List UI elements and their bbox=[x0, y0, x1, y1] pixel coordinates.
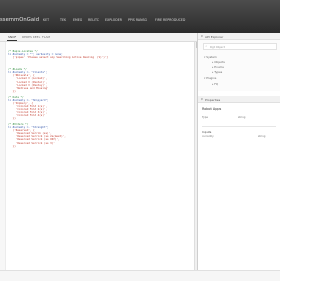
nav-item-ket[interactable]: KET bbox=[43, 18, 49, 22]
editor-tab-bar: SNOF RERES KEEL FLAM bbox=[0, 33, 197, 42]
tree-item[interactable]: ▸ Objects bbox=[212, 60, 225, 64]
nav-item-fire-reproduced[interactable]: FIRE REPRODUCED bbox=[155, 18, 185, 22]
nav-item-exploder[interactable]: EXPLODER bbox=[105, 18, 122, 22]
code-editor[interactable]: /* Bapis-Locates */li #schemly = ""; ver… bbox=[0, 42, 194, 270]
tree-item[interactable]: ▸ Types bbox=[212, 70, 222, 74]
nav-item-emeg[interactable]: EMEG bbox=[73, 18, 82, 22]
tree-item-label: System bbox=[206, 55, 217, 59]
nav-item-relitc[interactable]: RELITC bbox=[88, 18, 99, 22]
code-line: }) bbox=[8, 89, 16, 93]
search-placeholder: Rgt Object bbox=[210, 44, 225, 49]
nav-item-ppis-ransg[interactable]: PPIS RANSG bbox=[128, 18, 147, 22]
app-title: ssemmOnGaid bbox=[0, 17, 40, 23]
tree-item-label: Objects bbox=[214, 60, 225, 64]
tab-reres-keel[interactable]: RERES KEEL bbox=[22, 35, 40, 39]
search-icon: ⌕ bbox=[205, 44, 208, 49]
properties-header[interactable]: ▼ Properties bbox=[198, 96, 280, 103]
tree-item-label: Enums bbox=[214, 65, 224, 69]
collapse-arrow-icon[interactable]: ▼ bbox=[201, 35, 203, 38]
property-type-label: Type bbox=[202, 116, 208, 119]
property-name: Robot Apps bbox=[202, 107, 222, 111]
tree-item-label: Types bbox=[214, 70, 223, 74]
tree-item[interactable]: ▾ System bbox=[204, 55, 217, 59]
collapse-arrow-icon[interactable]: ▼ bbox=[201, 98, 203, 101]
explorer-search-input[interactable]: ⌕ Rgt Object bbox=[203, 43, 277, 50]
section-divider bbox=[202, 126, 276, 127]
nav-item-tek[interactable]: TEK bbox=[60, 18, 66, 22]
tree-item[interactable]: ▾ Plugins bbox=[204, 76, 216, 80]
status-bar bbox=[0, 270, 280, 281]
property-type-value: string bbox=[238, 116, 246, 119]
tree-item-label: Plugins bbox=[206, 76, 217, 80]
tree-item[interactable]: ▸ FQ bbox=[212, 82, 218, 86]
code-line: }) bbox=[8, 144, 16, 148]
properties-title: Properties bbox=[205, 97, 221, 102]
top-bar: ssemmOnGaid KET TEK EMEG RELITC EXPLODER… bbox=[0, 0, 280, 33]
inputs-label: Inputs bbox=[202, 130, 212, 134]
explorer-header[interactable]: ▼ API Explorer bbox=[198, 33, 280, 40]
line-gutter bbox=[0, 42, 6, 270]
input-type: string bbox=[258, 135, 266, 138]
code-line: }) bbox=[8, 117, 16, 121]
explorer-title: API Explorer bbox=[205, 34, 224, 39]
tab-flam[interactable]: FLAM bbox=[42, 35, 50, 39]
tree-item-label: FQ bbox=[214, 82, 219, 86]
code-line: ['pipes' 'Please select any Searching Ac… bbox=[8, 56, 108, 60]
properties-panel: ▼ Properties Robot Apps Type string Inpu… bbox=[198, 96, 280, 280]
api-explorer-panel: ▼ API Explorer ⌕ Rgt Object ▾ System ▸ Ob… bbox=[198, 33, 280, 91]
tab-snof[interactable]: SNOF bbox=[6, 35, 18, 41]
input-name: currently bbox=[202, 135, 214, 138]
tree-item[interactable]: ▸ Enums bbox=[212, 65, 224, 69]
